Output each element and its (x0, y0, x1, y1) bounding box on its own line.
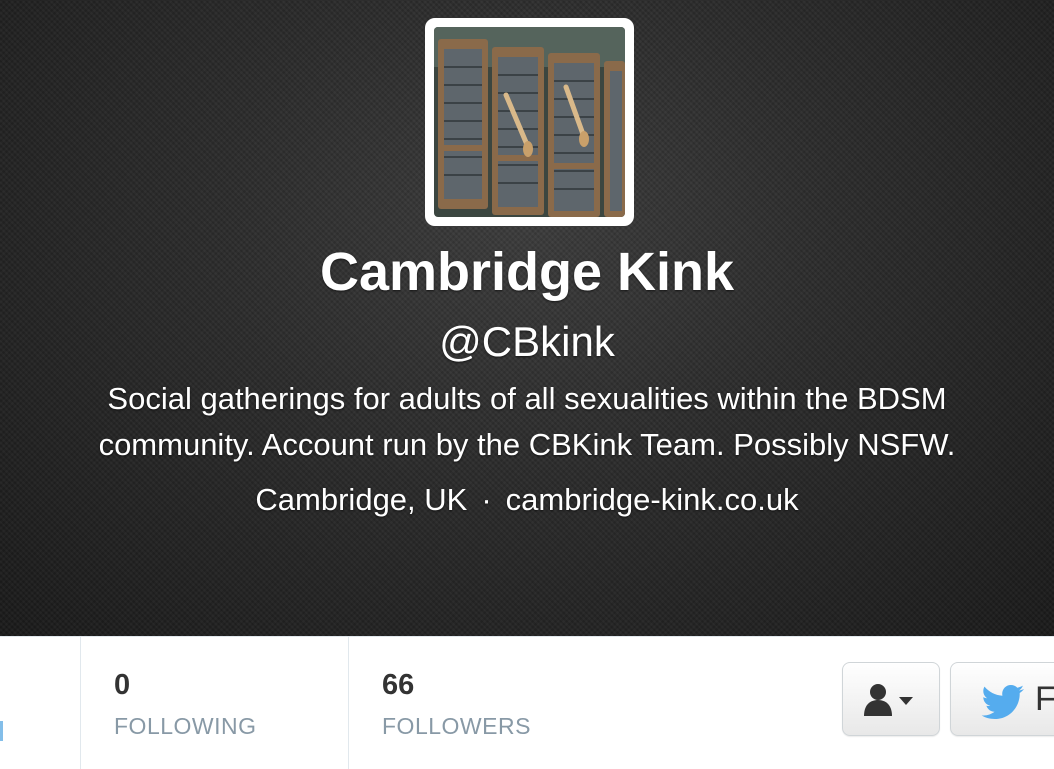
follow-label: F (1035, 680, 1054, 718)
bio-line-1: Social gatherings for adults of all sexu… (107, 381, 947, 416)
profile-header: Cambridge Kink @CBkink Social gatherings… (0, 0, 1054, 636)
avatar-image (434, 27, 625, 217)
bio-line-2: community. Account run by the CBKink Tea… (98, 427, 956, 462)
twitter-bird-icon (981, 685, 1024, 719)
profile-handle[interactable]: @CBkink (0, 316, 1054, 368)
followers-label: FOLLOWERS (382, 713, 531, 739)
profile-avatar[interactable] (425, 18, 634, 226)
meta-separator: · (481, 482, 492, 517)
user-actions-button[interactable] (842, 662, 940, 736)
tweets-partial-glyph (0, 721, 7, 741)
stat-followers[interactable]: 66 FOLLOWERS (349, 637, 649, 769)
followers-count: 66 (382, 669, 415, 701)
follow-button[interactable]: F (950, 662, 1054, 736)
stat-tweets-partial[interactable] (0, 637, 81, 769)
profile-name: Cambridge Kink (319, 242, 735, 302)
stat-following[interactable]: 0 FOLLOWING (81, 637, 349, 769)
profile-bio: Social gatherings for adults of all sexu… (0, 376, 1054, 468)
following-label: FOLLOWING (114, 713, 257, 739)
profile-meta: Cambridge, UK · cambridge-kink.co.uk (0, 478, 1054, 522)
user-dropdown-icon (864, 684, 913, 716)
profile-location: Cambridge, UK (255, 482, 468, 517)
profile-website-link[interactable]: cambridge-kink.co.uk (506, 482, 799, 517)
following-count: 0 (114, 669, 131, 701)
